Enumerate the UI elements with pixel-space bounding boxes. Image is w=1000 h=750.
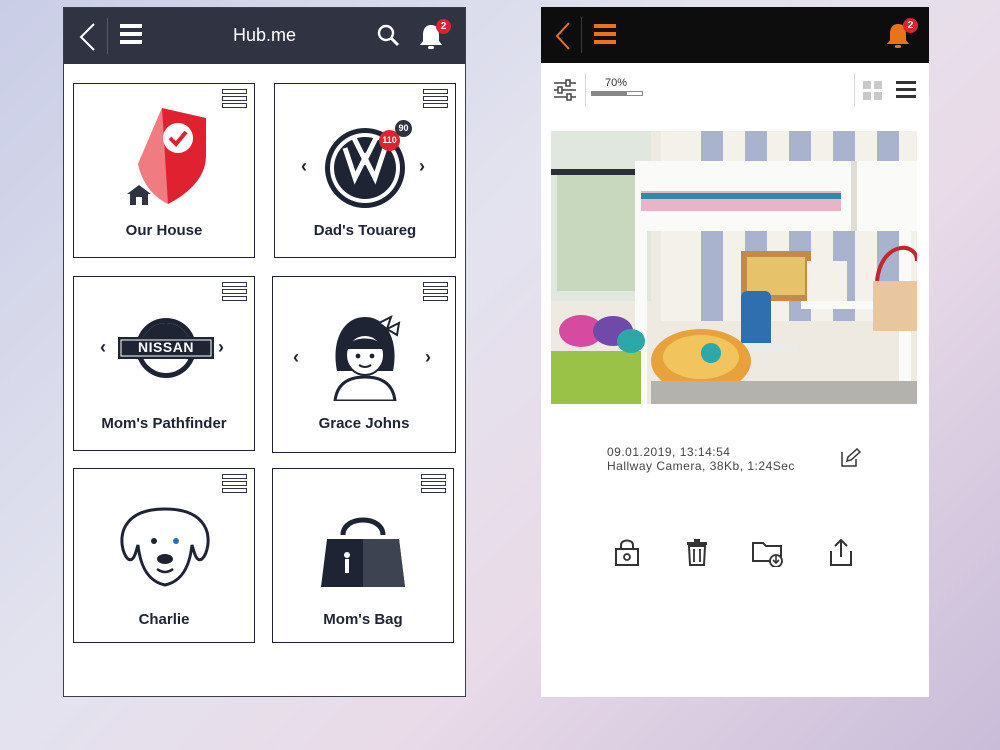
handbag-icon (321, 517, 405, 587)
card-label: Grace Johns (318, 415, 410, 432)
card-label: Our House (125, 222, 203, 239)
lock-icon[interactable] (613, 537, 641, 567)
toolbar-divider (854, 73, 855, 107)
grid-view-icon[interactable] (863, 81, 883, 101)
edit-icon[interactable] (839, 447, 861, 469)
snapshot-details: Hallway Camera, 38Kb, 1:24Sec (607, 459, 795, 473)
card-label: Charlie (138, 611, 190, 628)
app-title: Hub.me (232, 25, 297, 45)
card-label: Mom's Pathfinder (101, 415, 227, 432)
dog-icon (120, 507, 210, 587)
card-menu-icon[interactable] (421, 474, 446, 498)
camera-snapshot[interactable] (551, 131, 917, 404)
nissan-logo-text: NISSAN (138, 339, 194, 355)
card-menu-icon[interactable] (222, 474, 247, 498)
card-label: Mom's Bag (323, 611, 403, 628)
notifications-button[interactable]: 2 (884, 18, 918, 49)
chevron-left-icon[interactable]: ‹ (293, 347, 299, 368)
card-menu-icon[interactable] (423, 282, 448, 306)
hub-screen: Hub.me 2 Our House ‹ › 110 90 Dad's Toua… (63, 7, 466, 697)
card-menu-icon[interactable] (423, 89, 448, 113)
search-icon[interactable] (376, 23, 400, 47)
device-card-moms-pathfinder[interactable]: ‹ › NISSAN Mom's Pathfinder (73, 276, 255, 451)
device-card-charlie[interactable]: Charlie (73, 468, 255, 643)
chevron-right-icon[interactable]: › (218, 337, 224, 358)
notification-badge: 2 (436, 19, 451, 34)
notifications-button[interactable]: 2 (417, 19, 451, 50)
notification-badge: 2 (903, 18, 918, 33)
device-card-our-house[interactable]: Our House (73, 83, 255, 258)
device-card-grace-johns[interactable]: ‹ › Grace Johns (272, 276, 456, 453)
device-card-dads-touareg[interactable]: ‹ › 110 90 Dad's Touareg (274, 83, 456, 258)
chevron-right-icon[interactable]: › (419, 156, 425, 177)
camera-viewer-screen: 2 70% 09.01.2019, 13:14:54 Hallway Camer… (541, 7, 929, 697)
snapshot-actions (541, 537, 929, 569)
zoom-level: 70% (605, 77, 628, 89)
card-menu-icon[interactable] (222, 89, 247, 113)
snapshot-meta: 09.01.2019, 13:14:54 Hallway Camera, 38K… (607, 445, 795, 473)
zoom-fill (592, 92, 627, 95)
list-view-icon[interactable] (896, 81, 916, 101)
card-menu-icon[interactable] (222, 282, 247, 306)
header-divider (581, 17, 582, 53)
trash-icon[interactable] (683, 537, 711, 567)
count-badge: 90 (395, 120, 412, 137)
hamburger-icon[interactable] (594, 24, 616, 46)
girl-avatar-icon (333, 315, 401, 401)
viewer-header: 2 (541, 7, 929, 63)
hub-header: Hub.me 2 (64, 8, 465, 64)
zoom-slider[interactable] (591, 91, 643, 96)
chevron-left-icon[interactable]: ‹ (301, 156, 307, 177)
sliders-icon[interactable] (553, 79, 577, 101)
house-icon (127, 185, 151, 205)
back-icon[interactable] (553, 21, 575, 51)
folder-download-icon[interactable] (751, 537, 785, 567)
card-label: Dad's Touareg (313, 222, 417, 239)
snapshot-timestamp: 09.01.2019, 13:14:54 (607, 445, 731, 459)
toolbar-divider (585, 73, 586, 107)
chevron-right-icon[interactable]: › (425, 347, 431, 368)
share-icon[interactable] (827, 537, 855, 567)
viewer-toolbar: 70% (541, 69, 929, 109)
chevron-left-icon[interactable]: ‹ (100, 337, 106, 358)
device-card-moms-bag[interactable]: Mom's Bag (272, 468, 454, 643)
